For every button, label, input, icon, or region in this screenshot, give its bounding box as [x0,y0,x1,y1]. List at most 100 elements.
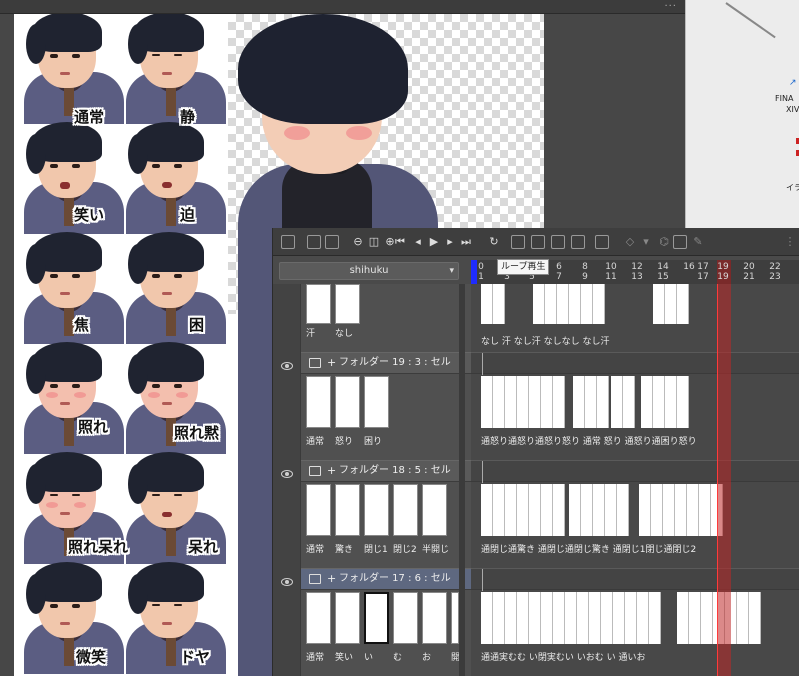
new-animation-cel-icon[interactable] [511,235,525,249]
playhead[interactable] [717,284,718,676]
frame-cell[interactable] [493,376,505,428]
frame-cell[interactable] [505,376,517,428]
folder-frame-row[interactable] [471,568,799,591]
keyframe-dropdown-icon[interactable]: ▾ [639,235,653,249]
frame-cell[interactable] [639,484,651,536]
cel-thumbnail[interactable] [422,592,447,644]
frame-cell[interactable] [677,592,689,644]
frame-cell[interactable] [665,284,677,324]
cel-thumbnail[interactable] [306,284,331,324]
layer-scrollbar[interactable] [459,284,465,676]
frame-cell[interactable] [529,376,541,428]
frame-cell[interactable] [663,484,675,536]
pen-icon[interactable]: ✎ [691,235,705,249]
cel-thumbnail[interactable] [306,484,331,536]
frame-cell[interactable] [593,484,605,536]
cel-thumbnail[interactable] [306,376,331,428]
show-cel-icon[interactable] [595,235,609,249]
play-icon[interactable]: ▶ [427,235,441,249]
frame-cell[interactable] [653,376,665,428]
frame-cell[interactable] [677,284,689,324]
frame-cell[interactable] [533,284,545,324]
eye-icon[interactable] [281,362,293,370]
frame-cell[interactable] [651,484,663,536]
frame-cell[interactable] [749,592,761,644]
frame-cell[interactable] [625,592,637,644]
assign-cel-icon[interactable] [531,235,545,249]
frame-cell[interactable] [581,284,593,324]
folder-frame-row[interactable] [471,352,799,375]
expand-icon[interactable]: + [327,464,336,478]
frame-cell[interactable] [641,376,653,428]
cel-thumbnail[interactable] [364,376,389,428]
frame-cell[interactable] [687,484,699,536]
frame-grid[interactable]: なし 汗 なし汗 なしなし なし汗 通怒り通怒り通怒り怒り 通常 怒り 通怒り通… [471,284,799,676]
frame-cell[interactable] [581,484,593,536]
frame-cell[interactable] [637,592,649,644]
frame-cell[interactable] [517,376,529,428]
frame-cell[interactable] [577,592,589,644]
frame-cell[interactable] [573,376,585,428]
frame-cell[interactable] [601,592,613,644]
frame-cell[interactable] [493,484,505,536]
frame-cell[interactable] [611,376,623,428]
frame-cell[interactable] [649,592,661,644]
frame-cell[interactable] [689,592,701,644]
expand-icon[interactable]: + [327,572,336,586]
cel-thumbnail[interactable] [306,592,331,644]
link-keyframe-icon[interactable]: ⌬ [657,235,671,249]
cel-thumbnail[interactable] [335,592,360,644]
cel-thumbnail[interactable] [364,484,389,536]
folder-row[interactable]: + フォルダー 19 : 3 : セル [301,352,471,374]
frame-cell[interactable] [493,592,505,644]
last-frame-icon[interactable]: ⏭ [459,235,473,249]
frame-cell[interactable] [553,484,565,536]
edit-timeline-icon[interactable] [325,235,339,249]
frame-cell[interactable] [481,376,493,428]
timeline-selector[interactable]: shihuku ▾ [279,262,459,280]
frame-cell[interactable] [505,484,517,536]
cel-thumbnail[interactable] [335,284,360,324]
timeline-settings-icon[interactable] [307,235,321,249]
frame-cell[interactable] [553,376,565,428]
frame-cell[interactable] [593,284,605,324]
frame-cell[interactable] [517,592,529,644]
frame-cell[interactable] [589,592,601,644]
frame-cell[interactable] [585,376,597,428]
new-timeline-icon[interactable] [281,235,295,249]
frame-cell[interactable] [481,592,493,644]
frame-cell[interactable] [481,284,493,324]
frame-cell[interactable] [653,284,665,324]
zoom-fit-icon[interactable]: ◫ [367,235,381,249]
link-arrow-icon[interactable]: ↗ [789,78,797,88]
frame-cell[interactable] [529,592,541,644]
expand-icon[interactable]: + [327,356,336,370]
frame-cell[interactable] [481,484,493,536]
panel-options-icon[interactable]: ⋮ [783,235,797,249]
cel-thumbnail[interactable] [422,484,447,536]
frame-cell[interactable] [493,284,505,324]
cel-thumbnail[interactable] [335,484,360,536]
frame-cell[interactable] [701,592,713,644]
frame-cell[interactable] [623,376,635,428]
first-frame-icon[interactable]: ⏮ [393,235,407,249]
camera-icon[interactable] [673,235,687,249]
next-frame-icon[interactable]: ▸ [443,235,457,249]
cel-thumbnail[interactable] [393,592,418,644]
zoom-out-icon[interactable]: ⊖ [351,235,365,249]
frame-cell[interactable] [541,592,553,644]
keyframe-icon[interactable]: ◇ [623,235,637,249]
frame-cell[interactable] [569,284,581,324]
frame-cell[interactable] [677,376,689,428]
cel-thumbnail[interactable] [335,376,360,428]
frame-cell[interactable] [517,484,529,536]
folder-frame-row[interactable] [471,460,799,483]
frame-cell[interactable] [529,484,541,536]
light-table-icon[interactable] [571,235,585,249]
frame-cell[interactable] [737,592,749,644]
panel-menu-icon[interactable]: ··· [664,1,677,12]
frame-cell[interactable] [613,592,625,644]
frame-cell[interactable] [553,592,565,644]
previous-frame-icon[interactable]: ◂ [411,235,425,249]
chevron-down-icon[interactable]: ▾ [449,263,454,279]
